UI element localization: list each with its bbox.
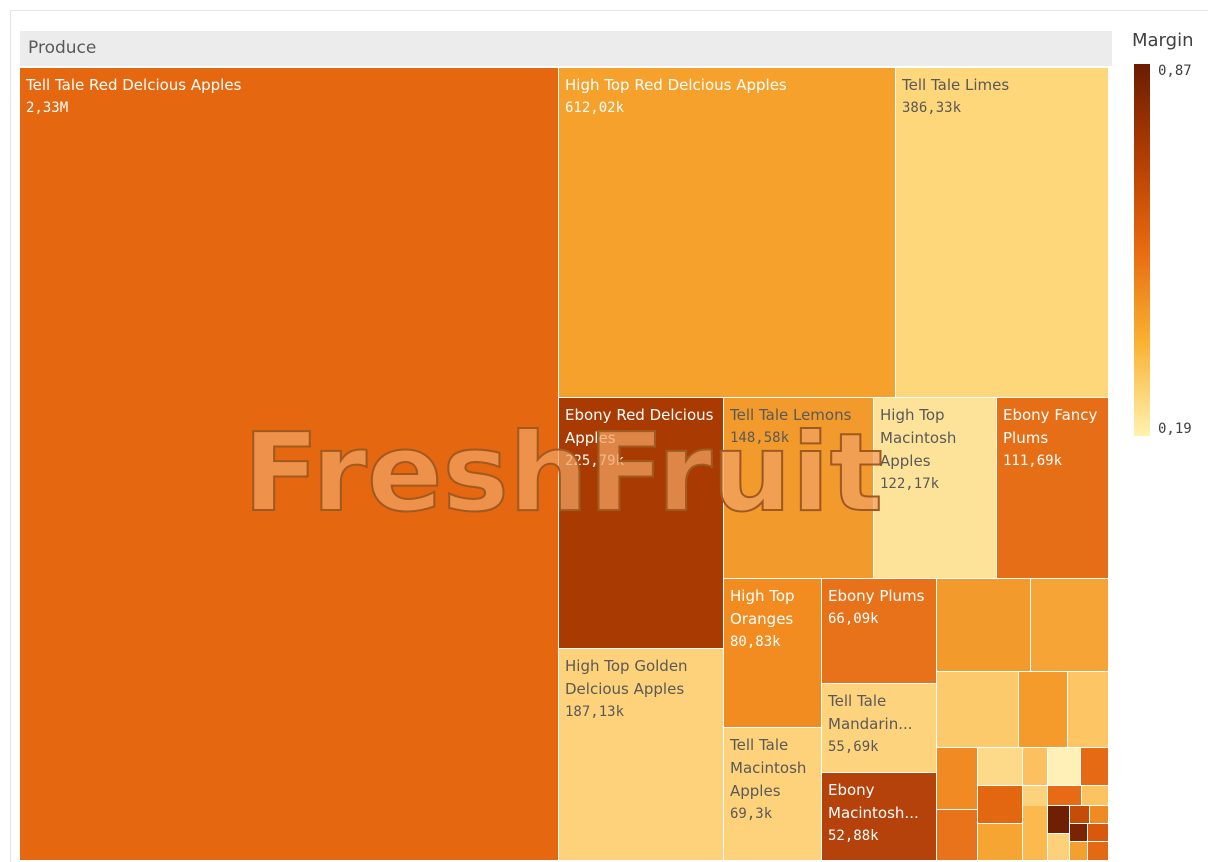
treemap-cell-small[interactable] <box>1088 824 1109 842</box>
treemap-cell-name: Tell Tale Lemons <box>730 406 852 424</box>
legend-color-scale <box>1134 64 1150 436</box>
treemap-cell[interactable]: High Top Macintosh Apples 122,17k <box>874 398 997 579</box>
treemap-cell-label: High Top Golden Delcious Apples 187,13k <box>565 655 717 724</box>
treemap-cell-small[interactable] <box>1048 748 1081 786</box>
treemap-cell-small[interactable] <box>1048 786 1082 806</box>
treemap-cell-label: Ebony Macintosh... 52,88k <box>828 779 930 848</box>
treemap-cell-value: 225,79k <box>565 453 625 469</box>
treemap-cell[interactable]: High Top Golden Delcious Apples 187,13k <box>559 649 724 861</box>
treemap-cell-name: Tell Tale Mandarin... <box>828 692 913 733</box>
treemap-cell[interactable]: Ebony Red Delcious Apples 225,79k <box>559 398 724 649</box>
treemap-cell-name: High Top Red Delcious Apples <box>565 76 787 94</box>
treemap-cell-value: 122,17k <box>880 476 940 492</box>
treemap-cell-small[interactable] <box>1019 672 1068 748</box>
legend-max-label: 0,87 <box>1158 63 1192 79</box>
treemap-cell-label: Ebony Fancy Plums 111,69k <box>1003 404 1102 473</box>
treemap-cell-small[interactable] <box>937 672 1019 748</box>
treemap-cell-name: Ebony Fancy Plums <box>1003 406 1098 447</box>
treemap-cell-value: 66,09k <box>828 611 879 627</box>
treemap-cell-label: Ebony Red Delcious Apples 225,79k <box>565 404 717 473</box>
treemap-cell[interactable]: Tell Tale Lemons 148,58k <box>724 398 874 579</box>
treemap-cell-value: 612,02k <box>565 100 625 116</box>
treemap-cell-value: 69,3k <box>730 806 773 822</box>
treemap-cell-value: 187,13k <box>565 704 625 720</box>
treemap-cell-small[interactable] <box>1048 834 1070 861</box>
treemap-cell-small[interactable] <box>1090 806 1109 824</box>
treemap-cell-label: Tell Tale Red Delcious Apples 2,33M <box>26 74 552 120</box>
treemap-cell-name: High Top Golden Delcious Apples <box>565 657 688 698</box>
treemap-cell-name: High Top Macintosh Apples <box>880 406 957 470</box>
treemap-cell-label: Tell Tale Mandarin... 55,69k <box>828 690 930 759</box>
legend-title: Margin <box>1132 30 1194 51</box>
treemap-cell[interactable]: Ebony Macintosh... 52,88k <box>822 773 937 861</box>
treemap-cell[interactable]: Tell Tale Mandarin... 55,69k <box>822 684 937 773</box>
treemap-cell-label: Tell Tale Limes 386,33k <box>902 74 1102 120</box>
treemap-cell-value: 80,83k <box>730 634 781 650</box>
treemap-cell-label: High Top Macintosh Apples 122,17k <box>880 404 990 496</box>
treemap-area: Tell Tale Red Delcious Apples 2,33M High T… <box>0 0 1208 861</box>
legend-min-label: 0,19 <box>1158 421 1192 437</box>
treemap-cell-label: Tell Tale Macintosh Apples 69,3k <box>730 734 815 826</box>
treemap-cell-small[interactable] <box>1082 786 1109 806</box>
treemap-cell-label: High Top Red Delcious Apples 612,02k <box>565 74 889 120</box>
treemap-cell-small[interactable] <box>1023 806 1048 861</box>
treemap-cell-small[interactable] <box>1070 842 1088 861</box>
treemap-cell-small[interactable] <box>1048 806 1070 834</box>
treemap-cell-value: 111,69k <box>1003 453 1063 469</box>
treemap-cell-small[interactable] <box>937 810 978 861</box>
treemap-cell-value: 2,33M <box>26 100 69 116</box>
treemap-cell-name: Tell Tale Limes <box>902 76 1010 94</box>
treemap-cell-name: High Top Oranges <box>730 587 795 628</box>
treemap-cell-value: 386,33k <box>902 100 962 116</box>
treemap-cell-small[interactable] <box>1023 748 1048 786</box>
treemap-cell-small[interactable] <box>1068 672 1109 748</box>
treemap-cell-name: Tell Tale Macintosh Apples <box>730 736 807 800</box>
treemap-cell-small[interactable] <box>978 786 1023 824</box>
treemap-cell-small[interactable] <box>1070 824 1088 842</box>
treemap-cell-value: 148,58k <box>730 430 790 446</box>
treemap-cell-label: Ebony Plums 66,09k <box>828 585 930 631</box>
treemap-cell-small[interactable] <box>978 748 1023 786</box>
treemap-cell-value: 52,88k <box>828 828 879 844</box>
treemap-header[interactable]: Produce <box>20 31 1112 66</box>
treemap-cell-label: High Top Oranges 80,83k <box>730 585 815 654</box>
treemap-cell[interactable]: Tell Tale Limes 386,33k <box>896 68 1109 398</box>
treemap-cell[interactable]: Ebony Fancy Plums 111,69k <box>997 398 1109 579</box>
treemap-cell[interactable]: Tell Tale Red Delcious Apples 2,33M <box>20 68 559 861</box>
treemap-cell-small[interactable] <box>1081 748 1109 786</box>
treemap-cell-name: Ebony Red Delcious Apples <box>565 406 714 447</box>
treemap-cell[interactable]: Tell Tale Macintosh Apples 69,3k <box>724 728 822 861</box>
treemap-cell-small[interactable] <box>937 748 978 810</box>
treemap-cell-small[interactable] <box>1031 579 1109 672</box>
treemap-cell-small[interactable] <box>1070 806 1090 824</box>
treemap-cell[interactable]: Ebony Plums 66,09k <box>822 579 937 684</box>
treemap-cell-small[interactable] <box>978 824 1023 861</box>
treemap-cell-small[interactable] <box>1088 842 1109 861</box>
treemap-cell-small[interactable] <box>937 579 1031 672</box>
treemap-cell-name: Tell Tale Red Delcious Apples <box>26 76 242 94</box>
treemap-cell-label: Tell Tale Lemons 148,58k <box>730 404 867 450</box>
treemap-cell[interactable]: High Top Oranges 80,83k <box>724 579 822 728</box>
treemap-cell[interactable]: High Top Red Delcious Apples 612,02k <box>559 68 896 398</box>
treemap-cell-name: Ebony Plums <box>828 587 925 605</box>
treemap-cell-value: 55,69k <box>828 739 879 755</box>
treemap-cell-name: Ebony Macintosh... <box>828 781 919 822</box>
